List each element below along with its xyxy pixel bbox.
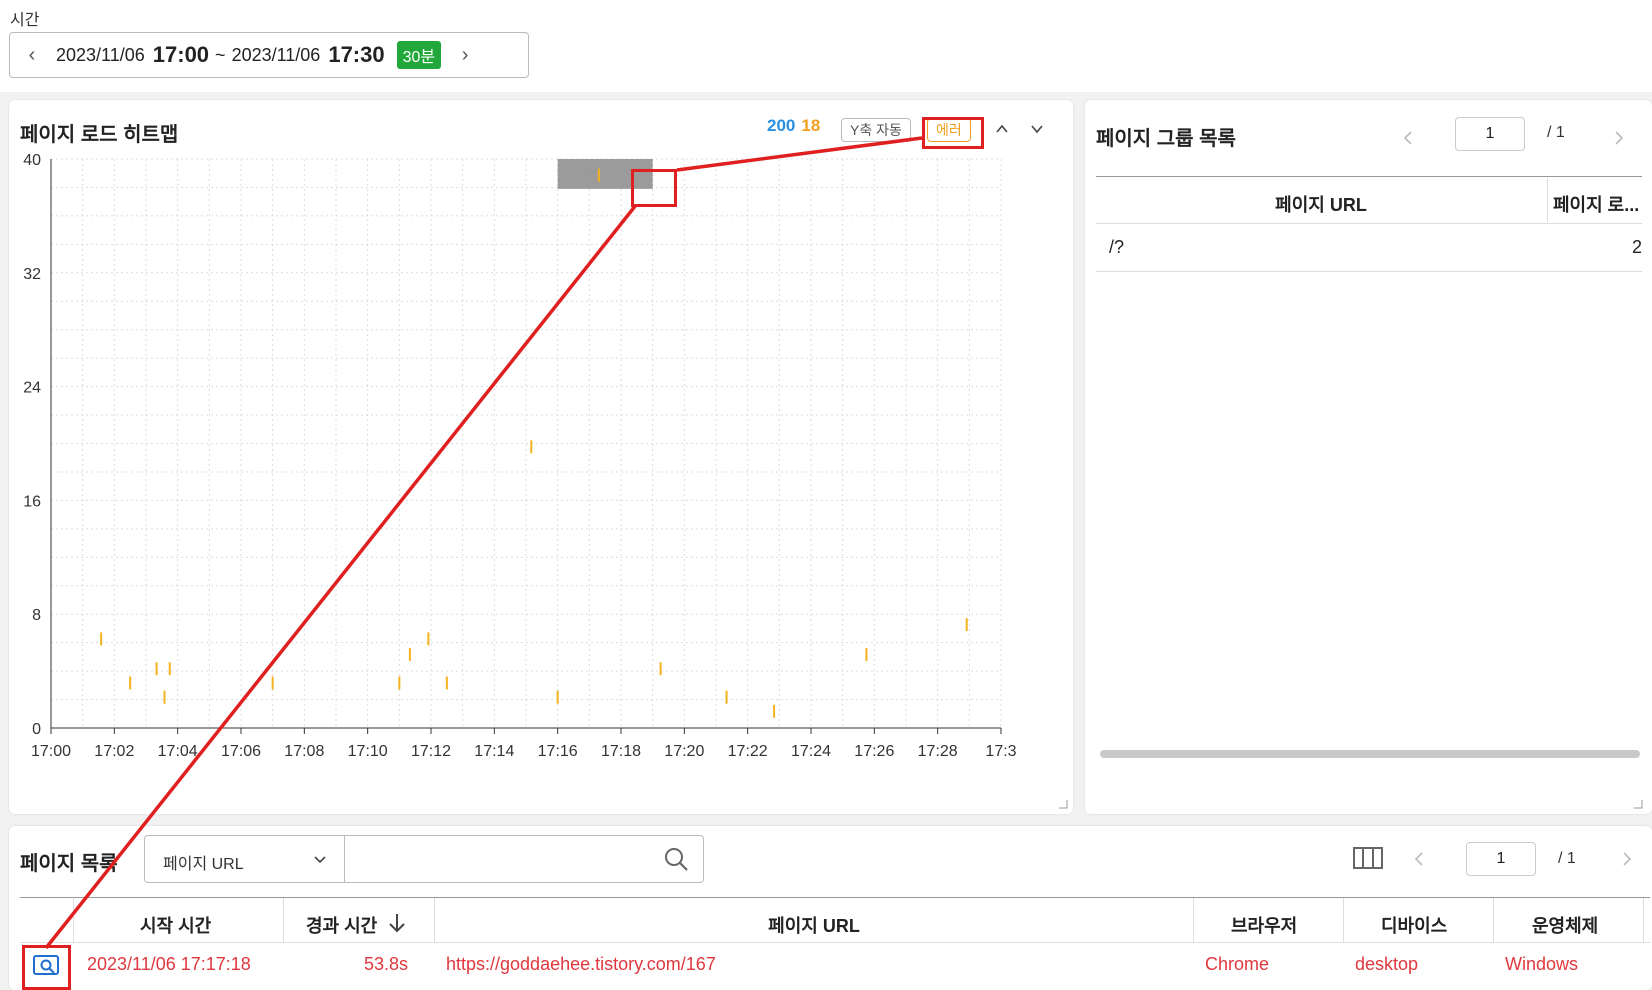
range-badge[interactable]: 30분 [396, 41, 442, 69]
error-point [398, 676, 401, 690]
x-tick-label: 17:24 [791, 743, 831, 760]
column-page-url[interactable]: 페이지 URL [1096, 191, 1546, 217]
column-page-url[interactable]: 페이지 URL [434, 912, 1194, 938]
page-list-page-input[interactable]: 1 [1466, 842, 1536, 876]
error-point [100, 632, 103, 646]
error-point [427, 632, 430, 646]
horizontal-scrollbar[interactable] [1100, 750, 1640, 758]
error-point [129, 676, 132, 690]
resize-handle-icon[interactable] [1632, 798, 1644, 810]
x-tick-label: 17:12 [411, 743, 451, 760]
filter-select-value: 페이지 URL [163, 856, 244, 873]
column-browser[interactable]: 브라우저 [1231, 912, 1297, 938]
error-point [725, 690, 728, 704]
x-tick-label: 17:08 [284, 743, 324, 760]
annotation-box-selection [631, 169, 677, 207]
range-separator: ~ [215, 44, 226, 65]
error-point [530, 440, 533, 454]
prev-page-icon[interactable] [1412, 851, 1426, 867]
table-row[interactable]: 2023/11/06 17:17:18 53.8s https://goddae… [20, 943, 1650, 987]
row-device: desktop [1355, 954, 1419, 974]
x-tick-label: 17:16 [538, 743, 578, 760]
row-elapsed: 53.8s [364, 954, 409, 974]
end-time: 17:30 [328, 42, 385, 67]
start-time: 17:00 [152, 42, 210, 67]
x-tick-label: 17:22 [728, 743, 768, 760]
y-tick-label: 8 [32, 607, 41, 624]
error-point [965, 618, 968, 632]
error-point [163, 690, 166, 704]
error-point [445, 676, 448, 690]
page-list-title: 페이지 목록 [20, 853, 118, 875]
next-range-icon[interactable]: › [455, 44, 475, 67]
group-url-cell: /? [1109, 237, 1125, 257]
row-os: Windows [1505, 954, 1579, 974]
resize-handle-icon[interactable] [1057, 798, 1069, 810]
column-os[interactable]: 운영체제 [1532, 912, 1598, 938]
x-tick-label: 17:04 [158, 743, 198, 760]
row-start-time: 2023/11/06 17:17:18 [87, 954, 251, 974]
row-browser: Chrome [1205, 954, 1270, 974]
x-tick-label: 17:20 [664, 743, 704, 760]
table-row[interactable]: /? 2 [1096, 224, 1642, 271]
column-settings-icon[interactable] [1352, 845, 1384, 871]
x-tick-label: 17:10 [348, 743, 388, 760]
error-point [271, 676, 274, 690]
page-list-page-total: / 1 [1558, 850, 1576, 867]
error-point [865, 648, 868, 662]
error-point [597, 168, 600, 182]
time-range-picker[interactable]: ‹ 2023/11/06 17:00 ~ 2023/11/06 17:30 30… [9, 32, 529, 78]
end-date: 2023/11/06 [231, 44, 321, 65]
x-tick-label: 17:18 [601, 743, 641, 760]
page-group-page-total: / 1 [1547, 124, 1565, 141]
filter-select[interactable]: 페이지 URL [144, 835, 345, 883]
page-group-title: 페이지 그룹 목록 [1096, 128, 1236, 150]
arrow-down-icon[interactable] [388, 912, 406, 934]
page-list-card: 페이지 목록 페이지 URL 1 / 1 시작 시간 경과 시간 페이지 URL… [9, 826, 1652, 990]
group-count-cell: 2 [1631, 237, 1642, 257]
next-page-icon[interactable] [1612, 130, 1626, 146]
y-tick-label: 32 [23, 266, 41, 283]
column-elapsed[interactable]: 경과 시간 [306, 912, 377, 938]
page-group-card: 페이지 그룹 목록 1 / 1 페이지 URL 페이지 로... /? 2 [1085, 100, 1652, 814]
column-start-time[interactable]: 시작 시간 [140, 912, 211, 938]
search-icon[interactable] [663, 846, 691, 874]
row-url-link[interactable]: https://goddaehee.tistory.com/167 [446, 954, 716, 975]
heatmap-card: 페이지 로드 히트맵 200 18 Y축 자동 에러 0 8 16 24 32 40 17:… [9, 100, 1073, 814]
error-point [659, 662, 662, 676]
error-point [556, 690, 559, 704]
search-input[interactable] [344, 835, 704, 883]
x-tick-label: 17:3 [985, 743, 1016, 760]
prev-range-icon[interactable]: ‹ [22, 44, 42, 67]
next-page-icon[interactable] [1620, 851, 1634, 867]
page-group-page-input[interactable]: 1 [1455, 117, 1525, 151]
column-page-load[interactable]: 페이지 로... [1553, 191, 1639, 217]
x-tick-label: 17:02 [94, 743, 134, 760]
x-tick-label: 17:06 [221, 743, 261, 760]
heatmap-chart[interactable]: 0 8 16 24 32 40 17:00 17:02 17:04 17:06 17:08 17:10… [9, 100, 1073, 814]
error-point [408, 648, 411, 662]
time-label: 시간 [10, 12, 40, 29]
error-point [773, 704, 776, 718]
x-tick-label: 17:00 [31, 743, 71, 760]
error-point [168, 662, 171, 676]
error-point [155, 662, 158, 676]
y-tick-label: 16 [23, 493, 41, 510]
x-tick-label: 17:26 [854, 743, 894, 760]
chevron-down-icon [314, 856, 326, 864]
column-device[interactable]: 디바이스 [1381, 912, 1447, 938]
prev-page-icon[interactable] [1401, 130, 1415, 146]
annotation-box-error-button [922, 117, 984, 149]
x-tick-label: 17:14 [474, 743, 514, 760]
x-tick-label: 17:28 [918, 743, 958, 760]
y-tick-label: 40 [23, 152, 41, 169]
start-date: 2023/11/06 [56, 44, 145, 65]
y-tick-label: 24 [23, 380, 41, 397]
y-tick-label: 0 [32, 721, 41, 738]
annotation-box-detail-icon [22, 945, 71, 990]
